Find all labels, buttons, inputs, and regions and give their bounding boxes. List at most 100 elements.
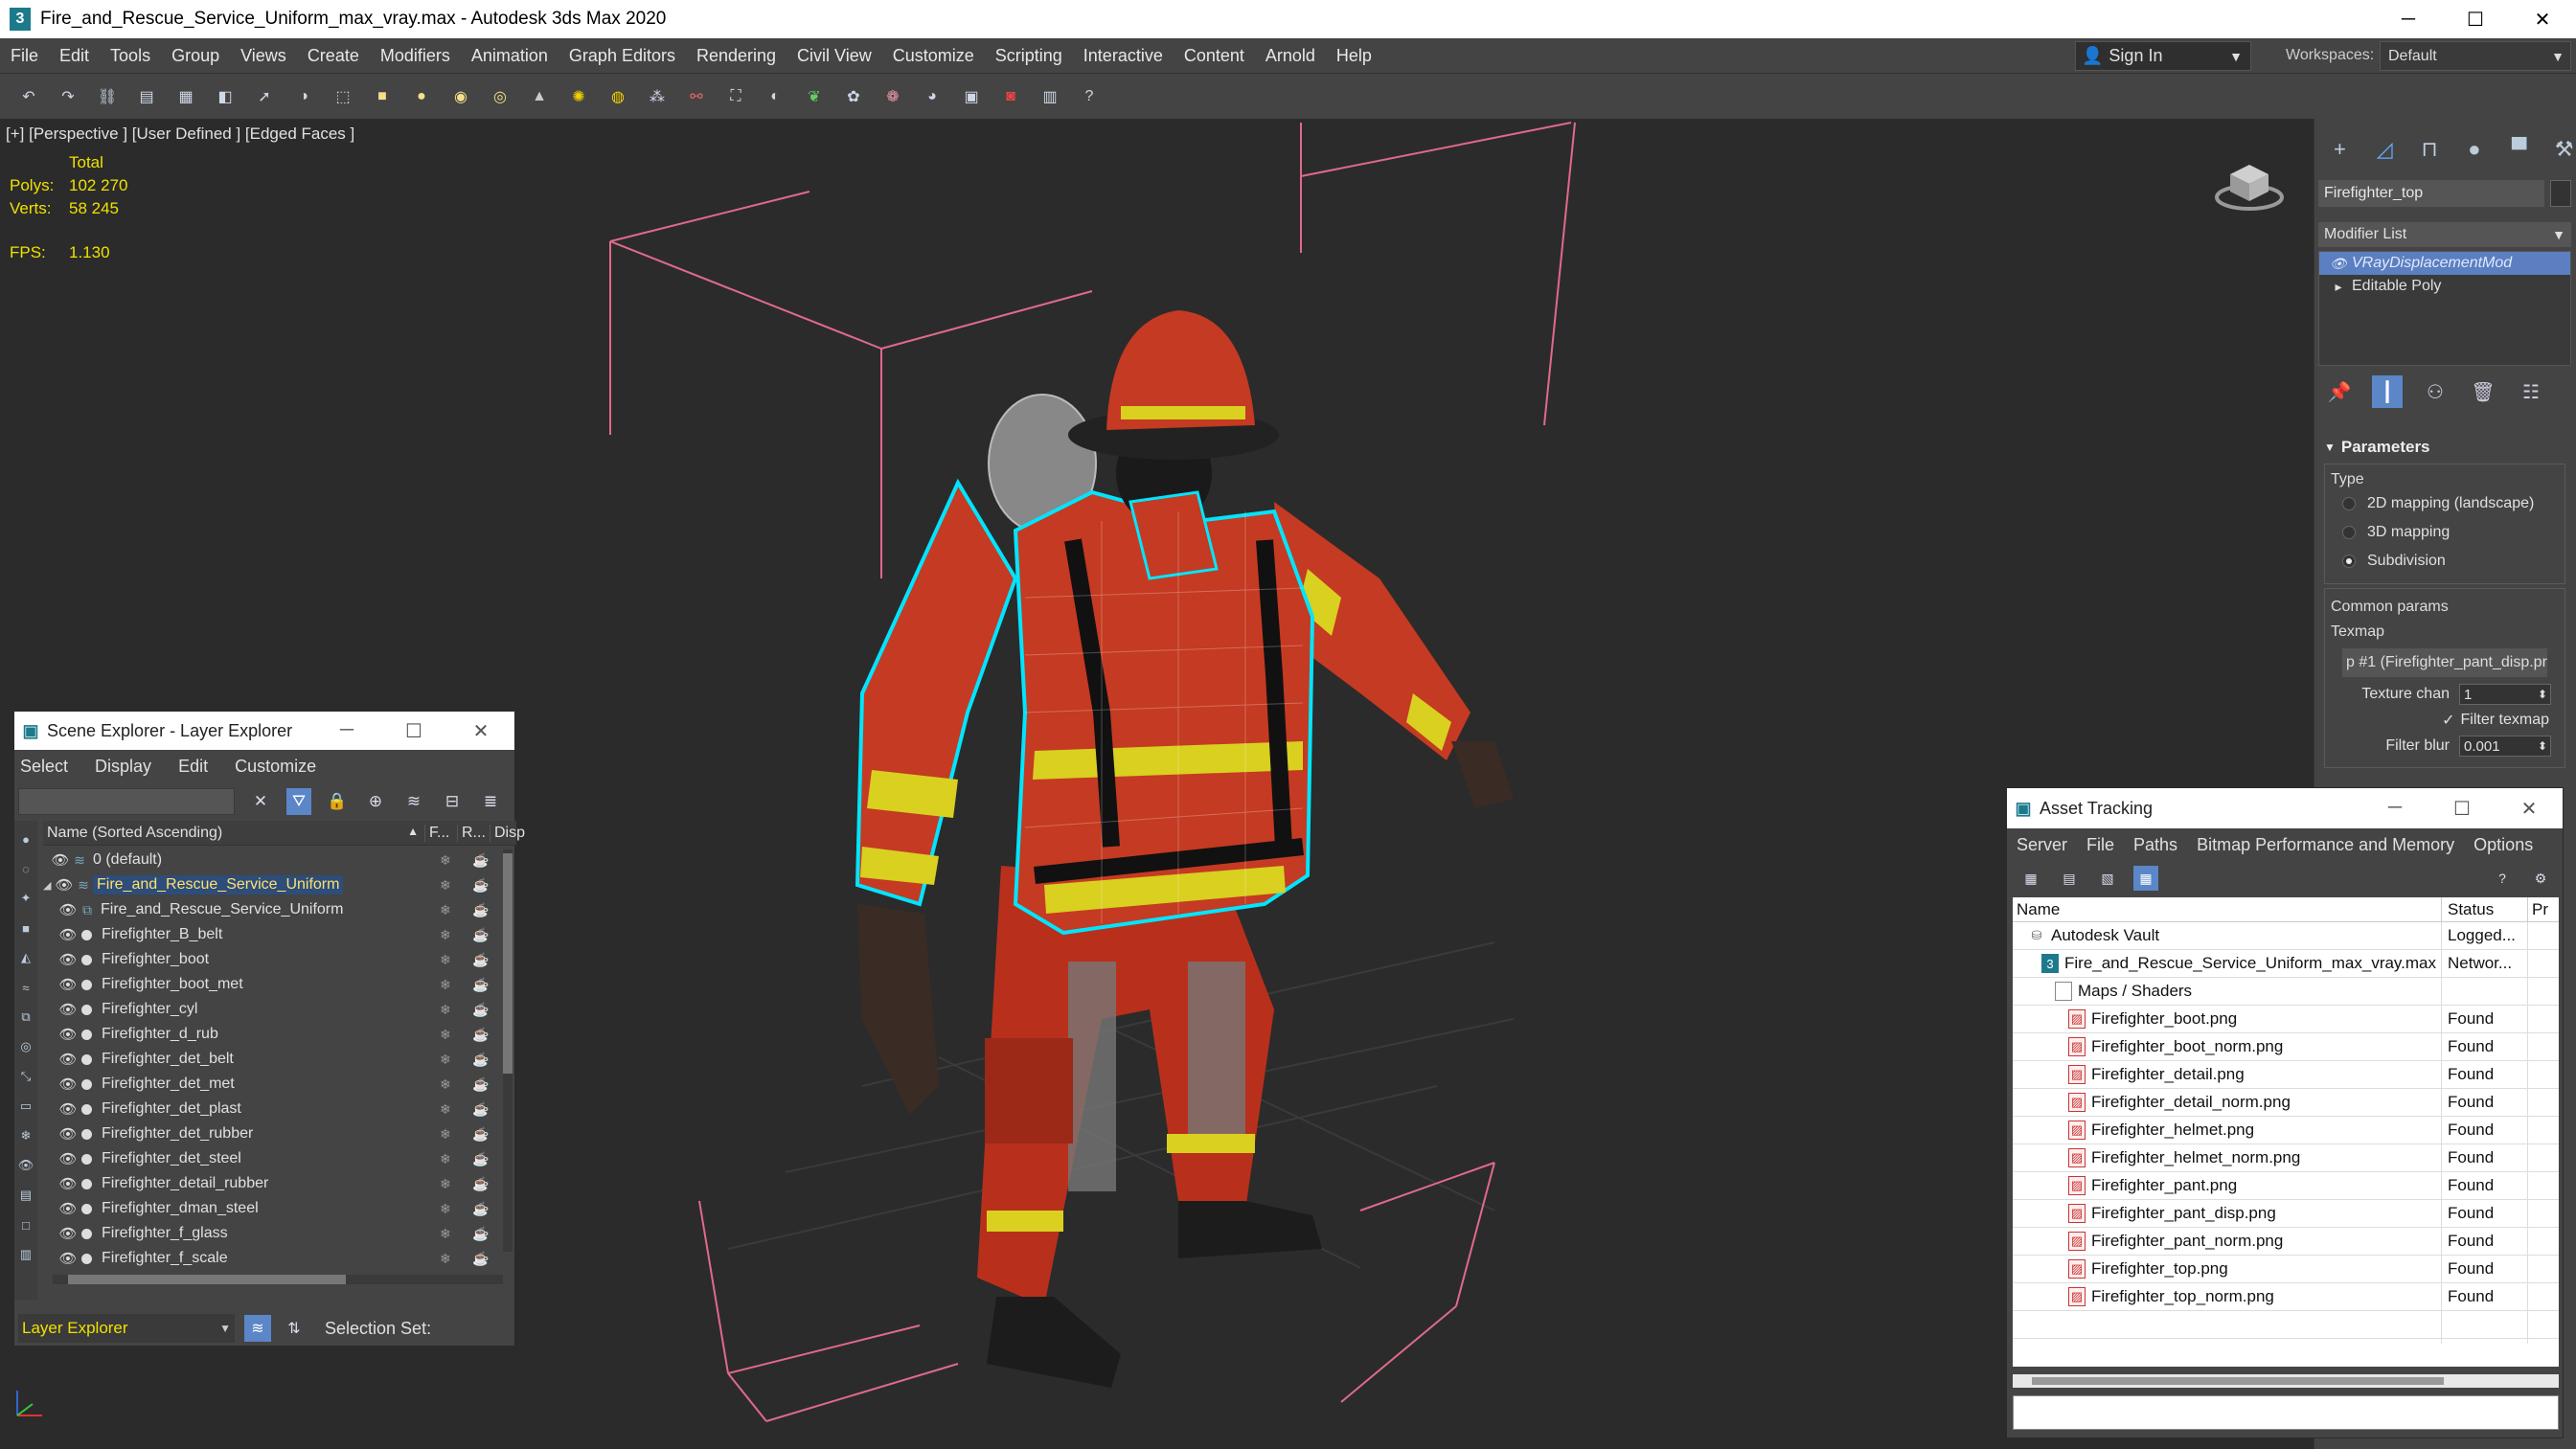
new-layer-icon[interactable]: ≋: [401, 788, 426, 815]
help-icon[interactable]: ?: [1078, 85, 1101, 108]
hierarchy-tab-icon[interactable]: ⊓: [2418, 136, 2442, 163]
menu-create[interactable]: Create: [297, 46, 370, 66]
material-editor-icon[interactable]: ✿: [842, 85, 865, 108]
renderable-teapot-icon[interactable]: ☕: [472, 1251, 489, 1267]
add-to-layer-icon[interactable]: ⊕: [363, 788, 388, 815]
list-item[interactable]: ◢ 👁 ≋ Fire_and_Rescue_Service_Uniform ❄ ☕: [43, 872, 516, 897]
se-menu-display[interactable]: Display: [95, 757, 151, 777]
align-icon[interactable]: ⛶: [724, 85, 747, 108]
visibility-eye-icon[interactable]: 👁: [58, 1100, 78, 1118]
helper-filter-icon[interactable]: ◭: [17, 947, 34, 968]
renderable-teapot-icon[interactable]: ☕: [472, 1226, 489, 1242]
sort-icon[interactable]: ⇅: [281, 1315, 308, 1342]
freeze-icon[interactable]: ❄: [440, 1251, 451, 1267]
texture-chan-spinner[interactable]: 1: [2459, 684, 2551, 705]
create-cylinder-icon[interactable]: ◉: [449, 85, 472, 108]
render-icon[interactable]: ◕: [921, 85, 944, 108]
curve-editor-icon[interactable]: ◐: [764, 85, 786, 108]
layer-explorer-icon[interactable]: ≋: [244, 1315, 271, 1342]
snap-icon[interactable]: ⁂: [646, 85, 669, 108]
filter-texmap-row[interactable]: ✓ Filter texmap: [2325, 708, 2565, 733]
horizontal-scrollbar[interactable]: [53, 1275, 503, 1284]
stack-item-vraydisplacementmod[interactable]: 👁 VRayDisplacementMod: [2319, 252, 2570, 275]
vertical-scrollbar[interactable]: [503, 849, 513, 1252]
visibility-eye-icon[interactable]: 👁: [58, 1026, 78, 1043]
undo-icon[interactable]: ↶: [17, 85, 40, 108]
column-disp-header[interactable]: Disp: [490, 824, 525, 842]
expand-arrow-icon[interactable]: ◢: [43, 879, 55, 892]
freeze-icon[interactable]: ❄: [440, 1052, 451, 1068]
create-light-icon[interactable]: ✺: [567, 85, 590, 108]
sign-in-dropdown[interactable]: 👤 Sign In ▼: [2075, 41, 2251, 71]
motion-tab-icon[interactable]: ●: [2462, 136, 2486, 163]
create-torus-icon[interactable]: ◎: [489, 85, 512, 108]
menu-file[interactable]: File: [0, 46, 49, 66]
table-row[interactable]: Maps / Shaders: [2013, 977, 2559, 1006]
column-r-header[interactable]: R...: [457, 824, 490, 842]
utilities-tab-icon[interactable]: ⚒: [2552, 136, 2576, 163]
renderable-teapot-icon[interactable]: ☕: [472, 927, 489, 943]
texmap-button[interactable]: p #1 (Firefighter_pant_disp.pr: [2342, 648, 2547, 677]
menu-rendering[interactable]: Rendering: [686, 46, 786, 66]
close-icon[interactable]: ✕: [447, 719, 514, 743]
at-menu-server[interactable]: Server: [2017, 835, 2067, 855]
menu-group[interactable]: Group: [161, 46, 230, 66]
layers-icon[interactable]: ≣: [478, 788, 503, 815]
detail-view-icon[interactable]: ▧: [2095, 866, 2120, 891]
freeze-icon[interactable]: ❄: [440, 977, 451, 993]
freeze-icon[interactable]: ❄: [440, 902, 451, 918]
renderable-teapot-icon[interactable]: ☕: [472, 1076, 489, 1093]
table-row[interactable]: ▨ Firefighter_detail.png Found: [2013, 1060, 2559, 1089]
maximize-icon[interactable]: ☐: [2442, 0, 2509, 38]
bind-space-warp-icon[interactable]: ▦: [174, 85, 197, 108]
list-item[interactable]: 👁 ≋ 0 (default) ❄ ☕: [43, 848, 516, 872]
renderable-teapot-icon[interactable]: ☕: [472, 977, 489, 993]
maximize-icon[interactable]: ☐: [380, 719, 447, 743]
visibility-eye-icon[interactable]: 👁: [51, 851, 70, 869]
table-row[interactable]: 3 Fire_and_Rescue_Service_Uniform_max_vra…: [2013, 949, 2559, 978]
close-icon[interactable]: ✕: [2509, 0, 2576, 38]
visibility-eye-icon[interactable]: 👁: [58, 1075, 78, 1093]
eye-icon[interactable]: 👁: [2325, 256, 2352, 272]
list-item[interactable]: 👁 Firefighter_dman_steel ❄ ☕: [43, 1196, 516, 1221]
menu-modifiers[interactable]: Modifiers: [370, 46, 461, 66]
freeze-icon[interactable]: ❄: [440, 1226, 451, 1242]
freeze-icon[interactable]: ❄: [440, 1002, 451, 1018]
renderable-teapot-icon[interactable]: ☕: [472, 1151, 489, 1167]
select-object-icon[interactable]: ➚: [253, 85, 276, 108]
renderable-teapot-icon[interactable]: ☕: [472, 902, 489, 918]
table-row[interactable]: ▨ Firefighter_helmet.png Found: [2013, 1116, 2559, 1144]
column-f-header[interactable]: F...: [424, 824, 457, 842]
menu-tools[interactable]: Tools: [100, 46, 161, 66]
create-tab-icon[interactable]: +: [2328, 136, 2352, 163]
renderable-teapot-icon[interactable]: ☕: [472, 1176, 489, 1192]
radio-3d-mapping[interactable]: 3D mapping: [2325, 518, 2565, 547]
list-item[interactable]: 👁 Firefighter_det_belt ❄ ☕: [43, 1047, 516, 1072]
show-end-result-icon[interactable]: ┃: [2372, 375, 2403, 408]
expand-arrow-icon[interactable]: ▸: [2325, 279, 2352, 295]
se-menu-customize[interactable]: Customize: [235, 757, 316, 777]
asset-tracking-titlebar[interactable]: ▣ Asset Tracking ─ ☐ ✕: [2007, 788, 2563, 828]
menu-animation[interactable]: Animation: [461, 46, 559, 66]
minimize-icon[interactable]: ─: [2361, 797, 2428, 821]
filter-blur-spinner[interactable]: 0.001: [2459, 736, 2551, 757]
table-row[interactable]: ▨ Firefighter_boot.png Found: [2013, 1005, 2559, 1033]
viewport-label[interactable]: [+] [Perspective ] [User Defined ] [Edge…: [6, 125, 354, 144]
stack-item-editable-poly[interactable]: ▸ Editable Poly: [2319, 275, 2570, 298]
list-item[interactable]: 👁 Firefighter_det_plast ❄ ☕: [43, 1097, 516, 1121]
freeze-icon[interactable]: ❄: [440, 1151, 451, 1167]
table-row[interactable]: ▨ Firefighter_pant_disp.png Found: [2013, 1199, 2559, 1228]
maximize-icon[interactable]: ☐: [2428, 797, 2496, 821]
renderable-teapot-icon[interactable]: ☕: [472, 852, 489, 869]
create-cone-icon[interactable]: ▲: [528, 85, 551, 108]
column-name-header[interactable]: Name: [2013, 896, 2442, 922]
renderable-teapot-icon[interactable]: ☕: [472, 1052, 489, 1068]
remove-modifier-icon[interactable]: 🗑: [2468, 375, 2498, 408]
list-item[interactable]: 👁 Firefighter_boot ❄ ☕: [43, 947, 516, 972]
scrollbar-thumb[interactable]: [68, 1275, 346, 1284]
lock-icon[interactable]: 🔒: [325, 788, 350, 815]
list-item[interactable]: 👁 Firefighter_B_belt ❄ ☕: [43, 922, 516, 947]
renderable-teapot-icon[interactable]: ☕: [472, 877, 489, 894]
invert-filter-icon[interactable]: ▥: [17, 1244, 34, 1265]
create-camera-icon[interactable]: ◍: [606, 85, 629, 108]
